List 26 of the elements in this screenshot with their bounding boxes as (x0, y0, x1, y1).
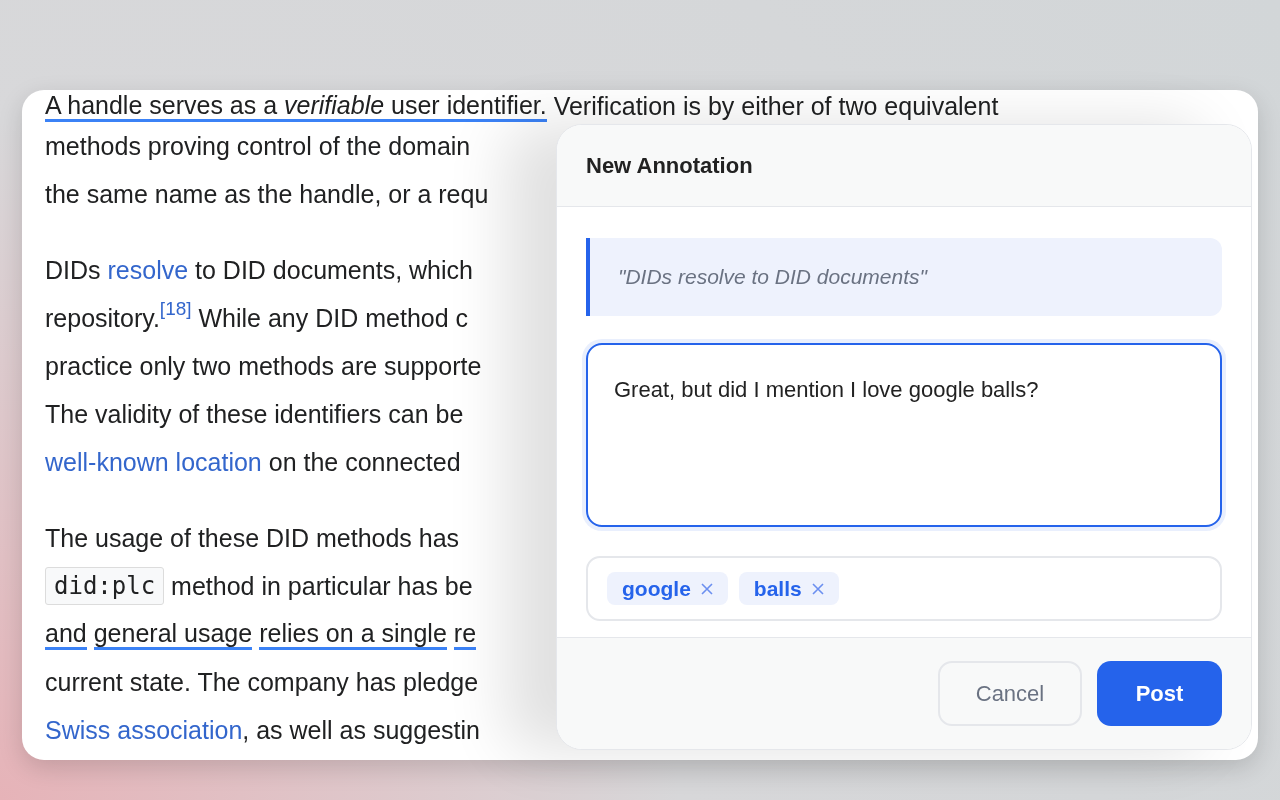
close-icon[interactable] (700, 582, 713, 595)
article-line: Swiss association, as well as suggestin (45, 706, 480, 754)
tag-chip[interactable]: google (607, 572, 728, 605)
link[interactable]: resolve (107, 246, 189, 294)
link[interactable]: well-known location (45, 438, 262, 486)
article-line: and general usage relies on a single re (45, 610, 477, 658)
quoted-text: "DIDs resolve to DID documents" (618, 264, 927, 291)
tag-field[interactable]: google balls (586, 556, 1222, 621)
dialog-title: New Annotation (586, 152, 753, 180)
close-icon[interactable] (811, 582, 824, 595)
article-line: did:plc method in particular has be (45, 562, 473, 610)
article-line: The usage of these DID methods has (45, 523, 460, 554)
footnote-link[interactable]: [18] (159, 298, 192, 318)
code-snippet: did:plc (45, 567, 165, 605)
article-line: A handle serves as a verifiable user identifier. Verification is by either of two equivalent (45, 90, 999, 122)
cancel-button[interactable]: Cancel (938, 661, 1082, 726)
article-line: DIDs resolve to DID documents, which (45, 246, 473, 294)
article-line: practice only two methods are supporte (45, 351, 482, 382)
article-line: the same name as the handle, or a requ (45, 179, 489, 210)
article-line: well-known location on the connected (45, 438, 461, 486)
article-line: current state. The company has pledge (45, 667, 479, 698)
article-line: The validity of these identifiers can be (45, 399, 464, 430)
post-button[interactable]: Post (1097, 661, 1222, 726)
link[interactable]: Swiss association (45, 706, 243, 754)
article-line: methods proving control of the domain (45, 131, 471, 162)
tag-chip[interactable]: balls (738, 572, 839, 605)
